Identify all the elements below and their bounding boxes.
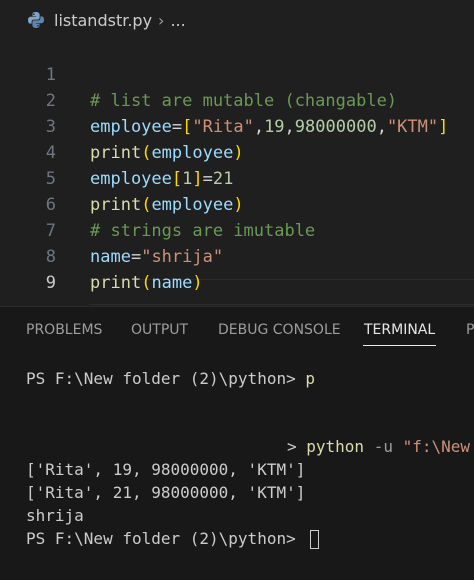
terminal-prompt: PS F:\New folder (2)\python> [26, 529, 306, 548]
code-bracket: ( [141, 273, 152, 293]
terminal-output: ['Rita', 19, 98000000, 'KTM'] [26, 460, 306, 479]
terminal-line: PS F:\New folder (2)\python> p [26, 368, 315, 390]
tab-problems[interactable]: PROBLEMS [26, 322, 102, 338]
code-line[interactable]: 8 print(name) [0, 218, 474, 293]
code-line[interactable]: 4 employee[1]=21 [0, 114, 474, 189]
code-variable: name [151, 273, 193, 293]
bottom-panel: PROBLEMS OUTPUT DEBUG CONSOLE TERMINAL P… [0, 307, 474, 580]
code-bracket: ) [192, 273, 203, 293]
terminal-line: > python -u "f:\New [287, 436, 470, 458]
terminal-argument: "f:\New [402, 437, 471, 456]
line-number-active: 9 [45, 273, 56, 293]
terminal-output: ['Rita', 21, 98000000, 'KTM'] [26, 483, 306, 502]
terminal-flag: -u [364, 437, 403, 456]
code-line[interactable]: 7 name="shrija" [0, 192, 474, 267]
breadcrumb-more[interactable]: ... [170, 11, 185, 30]
terminal-input: p [305, 369, 315, 388]
code-line[interactable]: 2 employee=["Rita",19,98000000,"KTM"] [0, 62, 474, 137]
code-line[interactable]: 9 [0, 244, 474, 293]
tab-ports[interactable]: P [466, 322, 474, 338]
active-tab-indicator [363, 345, 436, 346]
code-line[interactable]: 3 print(employee) [0, 88, 474, 163]
code-editor[interactable]: 1 # list are mutable (changable) 2 emplo… [0, 36, 474, 306]
code-line[interactable]: 6 # strings are imutable [0, 166, 474, 241]
terminal-prompt: PS F:\New folder (2)\python> [26, 369, 306, 388]
python-icon [27, 11, 45, 29]
terminal-cursor [310, 530, 320, 549]
tab-debug-console[interactable]: DEBUG CONSOLE [218, 322, 341, 338]
code-line[interactable]: 1 # list are mutable (changable) [0, 36, 474, 111]
terminal-command: python [306, 437, 365, 456]
chevron-right-icon: › [158, 10, 165, 30]
terminal-run-arrow: > [287, 437, 307, 456]
breadcrumb: listandstr.py › ... [0, 0, 474, 40]
terminal-line[interactable]: PS F:\New folder (2)\python> [26, 528, 320, 550]
terminal-output: shrija [26, 506, 84, 525]
code-function: print [90, 273, 142, 293]
code-line[interactable]: 5 print(employee) [0, 140, 474, 215]
tab-output[interactable]: OUTPUT [131, 322, 188, 338]
breadcrumb-file[interactable]: listandstr.py [54, 11, 152, 30]
panel-tabs: PROBLEMS OUTPUT DEBUG CONSOLE TERMINAL P [0, 307, 474, 351]
tab-terminal[interactable]: TERMINAL [364, 322, 435, 338]
